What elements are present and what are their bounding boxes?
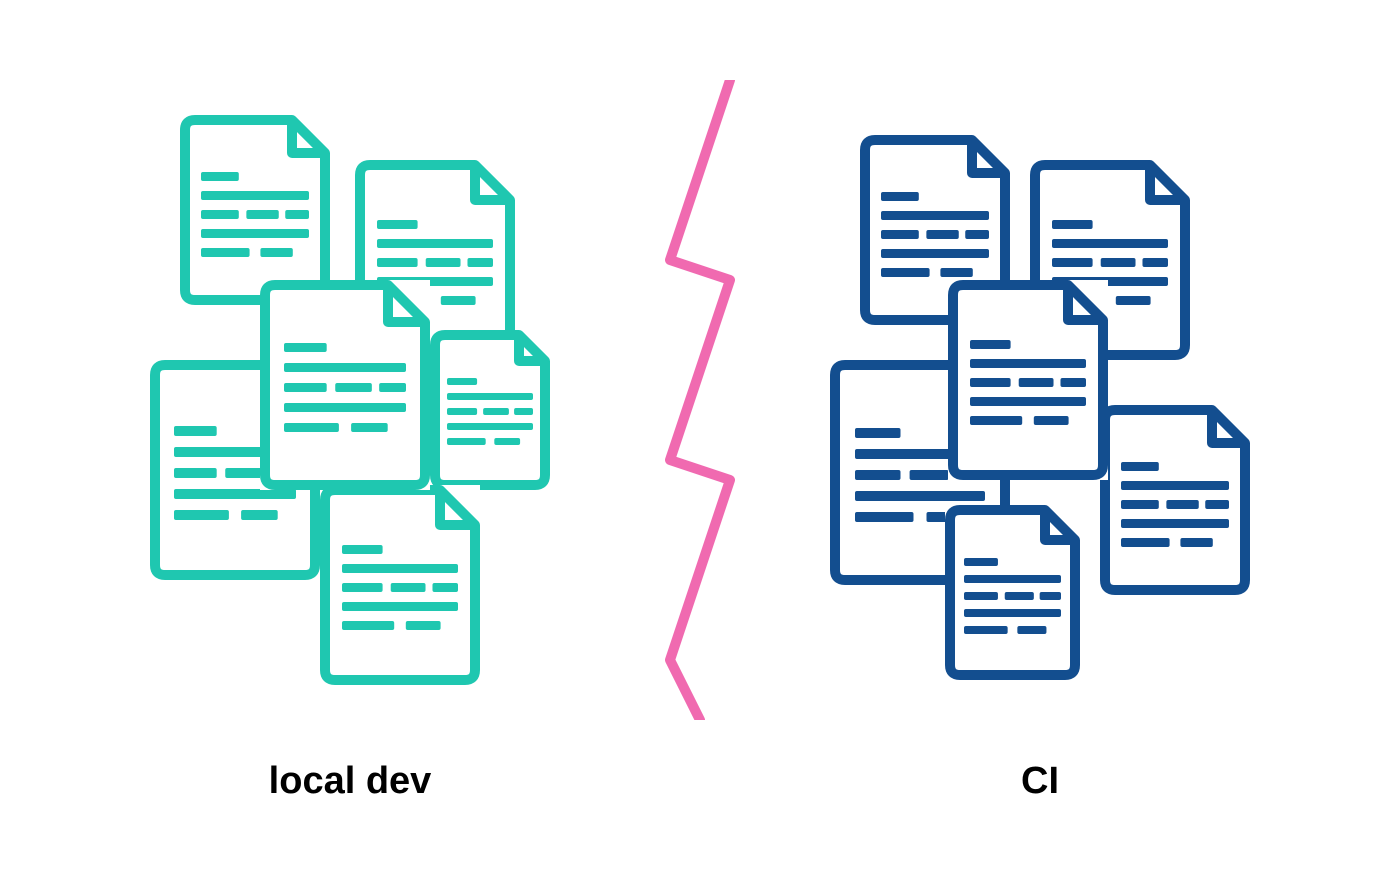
local-dev-document-icon <box>320 485 480 685</box>
local-dev-document-icon <box>260 280 430 490</box>
ci-document-icon <box>945 505 1080 680</box>
lightning-bolt-icon <box>640 80 760 720</box>
local-dev-document-icon <box>180 115 330 305</box>
ci-document-icon <box>1100 405 1250 595</box>
local-dev-document-icon <box>430 330 550 490</box>
diagram-canvas: local dev CI <box>0 0 1400 884</box>
ci-cluster <box>830 105 1250 705</box>
local-dev-label: local dev <box>150 760 550 803</box>
ci-label: CI <box>840 760 1240 803</box>
ci-document-icon <box>948 280 1108 480</box>
local-dev-cluster <box>150 105 570 705</box>
